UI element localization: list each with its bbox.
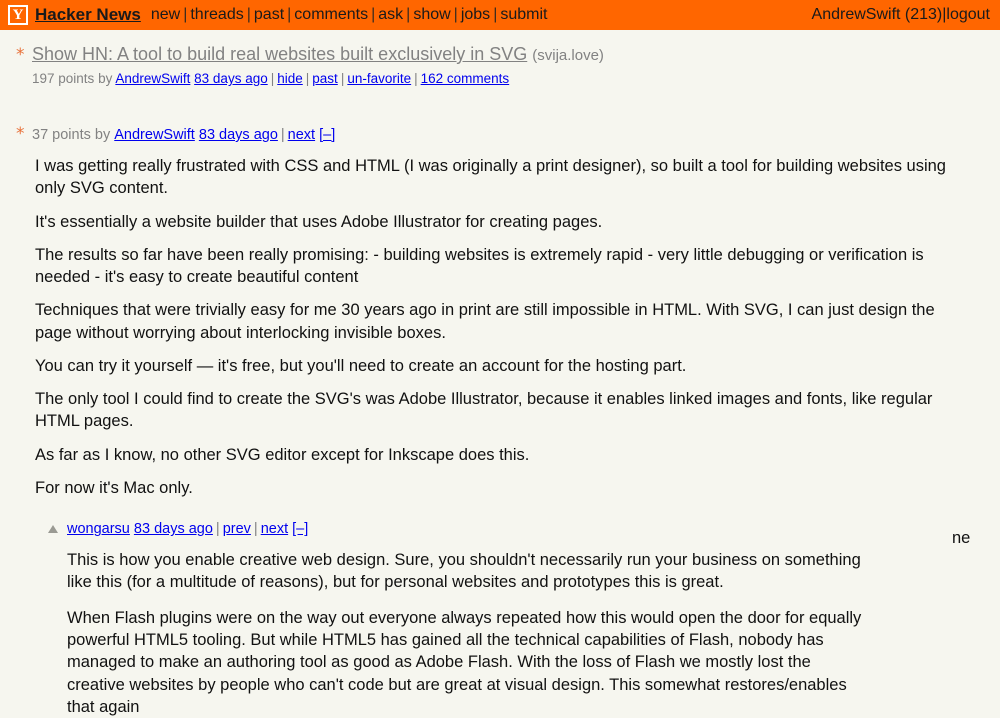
nav-item-comments[interactable]: comments (294, 6, 368, 23)
nav-item-past[interactable]: past (254, 6, 284, 23)
comment-paragraph: You can try it yourself — it's free, but… (35, 356, 687, 375)
nav-item-show[interactable]: show (413, 6, 450, 23)
hacker-news-logo-icon[interactable]: Y (8, 5, 28, 25)
story-age-link[interactable]: 83 days ago (194, 71, 268, 86)
comment-paragraph: I was getting really frustrated with CSS… (35, 157, 946, 198)
header-nav: new | threads | past | comments | ask | show | jobs |… (151, 6, 548, 24)
upvote-triangle-icon[interactable] (48, 525, 58, 534)
story-unfavorite-link[interactable]: un-favorite (347, 71, 411, 86)
comment-points: 37 points (32, 127, 91, 143)
story-comments-link[interactable]: 162 comments (421, 71, 510, 86)
story-title-link[interactable]: Show HN: A tool to build real websites b… (32, 44, 527, 65)
subtext-separator: | (414, 71, 418, 86)
subtext-separator: | (305, 71, 310, 86)
comment-paragraph: Techniques that were trivially easy for … (35, 301, 935, 342)
story-hide-link[interactable]: hide (277, 71, 303, 86)
nav-item-jobs[interactable]: jobs (461, 6, 490, 23)
favorite-star-icon[interactable]: * (16, 126, 32, 143)
story-domain[interactable]: (svija.love) (532, 47, 604, 64)
nav-separator: | (493, 6, 498, 23)
overflow-text-fragment: ne (952, 529, 971, 547)
subtext-separator: | (270, 71, 275, 86)
comment-separator: | (280, 127, 285, 143)
comment-by-label: by (94, 127, 111, 143)
story-block: * Show HN: A tool to build real websites… (0, 30, 1000, 86)
comment-collapse-toggle[interactable]: [–] (319, 127, 335, 143)
comment-age-link[interactable]: 83 days ago (199, 127, 278, 143)
reply-collapse-toggle[interactable]: [–] (292, 521, 308, 537)
nav-separator: | (287, 6, 292, 23)
reply-prev-link[interactable]: prev (223, 521, 251, 537)
reply-paragraph: This is how you enable creative web desi… (67, 551, 861, 592)
comment-paragraph: For now it's Mac only. (35, 478, 193, 497)
top-comment: * 37 points by AndrewSwift 83 days ago | n… (0, 126, 1000, 718)
comment-paragraph: The results so far have been really prom… (35, 245, 924, 287)
story-author-link[interactable]: AndrewSwift (115, 71, 190, 86)
comment-paragraph: It's essentially a website builder that … (35, 212, 603, 231)
nav-item-ask[interactable]: ask (378, 6, 403, 23)
top-comment-body: I was getting really frustrated with CSS… (0, 155, 985, 499)
story-past-link[interactable]: past (312, 71, 338, 86)
top-comment-header: * 37 points by AndrewSwift 83 days ago | n… (0, 126, 1000, 144)
reply-next-link[interactable]: next (261, 521, 288, 537)
site-title-link[interactable]: Hacker News (35, 5, 141, 25)
reply-author-link[interactable]: wongarsu (67, 521, 130, 537)
nav-separator: | (246, 6, 251, 23)
story-by-label: by (98, 71, 113, 86)
username-link[interactable]: AndrewSwift (213) (812, 6, 943, 23)
reply-paragraph: When Flash plugins were on the way out e… (67, 608, 862, 716)
comment-paragraph: As far as I know, no other SVG editor ex… (35, 445, 530, 464)
comment-paragraph: The only tool I could find to create the… (35, 390, 933, 431)
story-subtext: 197 points by AndrewSwift 83 days ago | hi… (0, 71, 1000, 86)
story-title-row: * Show HN: A tool to build real websites… (0, 44, 1000, 65)
nav-item-submit[interactable]: submit (500, 6, 547, 23)
comment-author-link[interactable]: AndrewSwift (114, 127, 195, 143)
nested-reply: wongarsu 83 days ago | prev | next [–] This … (0, 521, 1000, 718)
nav-separator: | (453, 6, 458, 23)
nav-separator: | (406, 6, 411, 23)
comment-next-link[interactable]: next (288, 127, 315, 143)
nav-item-new[interactable]: new (151, 6, 180, 23)
logout-link[interactable]: logout (946, 6, 990, 23)
nav-item-threads[interactable]: threads (190, 6, 243, 23)
site-header: Y Hacker News new | threads | past | comments |… (0, 0, 1000, 30)
user-area: AndrewSwift (213)|logout (812, 6, 990, 24)
reply-age-link[interactable]: 83 days ago (134, 521, 213, 537)
reply-separator: | (253, 521, 258, 538)
nav-separator: | (183, 6, 188, 23)
nested-reply-body: This is how you enable creative web desi… (48, 549, 887, 718)
nav-separator: | (371, 6, 376, 23)
subtext-separator: | (340, 71, 345, 86)
story-points: 197 points (32, 71, 95, 86)
nested-reply-header: wongarsu 83 days ago | prev | next [–] (48, 521, 1000, 537)
favorite-star-icon[interactable]: * (16, 47, 32, 64)
reply-separator: | (215, 521, 220, 538)
